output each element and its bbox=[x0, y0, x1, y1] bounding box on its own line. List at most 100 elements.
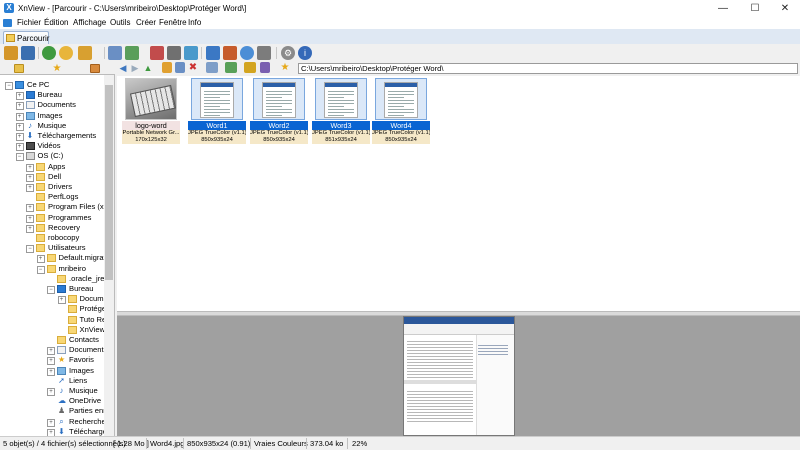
tree-item-bureau[interactable]: − Bureau bbox=[0, 284, 104, 294]
settings-icon[interactable]: ⚙ bbox=[281, 46, 295, 60]
tree-item-ce-pc[interactable]: − Ce PC bbox=[0, 80, 104, 90]
menu-fichier[interactable]: Fichier bbox=[17, 18, 41, 27]
tree-item-documents[interactable]: + Documents bbox=[0, 345, 104, 356]
expand-icon[interactable]: + bbox=[47, 428, 55, 436]
tree-item-default-migrat[interactable]: + Default.migrat bbox=[0, 253, 104, 264]
tree-item-vid-os[interactable]: + Vidéos bbox=[0, 141, 104, 152]
thumbnail-item[interactable]: logo-word Portable Network Gr... 170x125x3… bbox=[122, 78, 180, 145]
tree-item-tuto-re[interactable]: Tuto Re bbox=[0, 315, 104, 325]
expand-icon[interactable]: + bbox=[15, 122, 24, 131]
tree-item-recherches[interactable]: +⌕Recherches bbox=[0, 417, 104, 427]
capture-icon[interactable] bbox=[184, 46, 198, 60]
tree-item-robocopy[interactable]: robocopy bbox=[0, 233, 104, 243]
menu-affichage[interactable]: Affichage bbox=[73, 18, 106, 27]
expand-icon[interactable]: + bbox=[26, 163, 34, 172]
convert-icon[interactable] bbox=[125, 46, 139, 60]
tree-item-images[interactable]: + Images bbox=[0, 366, 104, 376]
tree-item-t-l-chargements[interactable]: + ⬇ Téléchargements bbox=[0, 131, 104, 141]
expand-icon[interactable]: + bbox=[26, 204, 34, 213]
thumbnail-item[interactable]: Word2 JPEG TrueColor (v1.1) 850x935x24 bbox=[250, 78, 308, 145]
back-icon[interactable]: ◀ bbox=[118, 62, 128, 74]
delete-icon[interactable]: ✖ bbox=[188, 62, 198, 73]
tree-item-favoris[interactable]: + ★ Favoris bbox=[0, 355, 104, 366]
thumbnail-item[interactable]: Word4 JPEG TrueColor (v1.1) 850x935x24 bbox=[372, 78, 430, 145]
tree-item-images[interactable]: + Images bbox=[0, 111, 104, 121]
address-field[interactable]: C:\Users\mribeiro\Desktop\Protéger Word\ bbox=[298, 63, 798, 74]
favorite-star-icon[interactable]: ★ bbox=[279, 62, 291, 73]
tree-item-musique[interactable]: + ♪ Musique bbox=[0, 386, 104, 396]
tree-item-musique[interactable]: + ♪ Musique bbox=[0, 121, 104, 131]
expand-icon[interactable]: + bbox=[26, 173, 34, 182]
move-icon[interactable] bbox=[78, 46, 92, 60]
expand-icon[interactable]: + bbox=[26, 224, 34, 233]
expand-icon[interactable]: + bbox=[47, 347, 55, 356]
tree-item-t-l-chargem[interactable]: +⬇Téléchargem bbox=[0, 427, 104, 436]
scanner-icon[interactable] bbox=[257, 46, 271, 60]
collapse-icon[interactable]: − bbox=[5, 82, 13, 90]
new-folder-icon[interactable] bbox=[162, 62, 172, 73]
app-menu-icon[interactable] bbox=[3, 19, 12, 27]
folder-tree[interactable]: − Ce PC + Bureau + Documents + Images + ♪ Musique +… bbox=[0, 75, 104, 436]
expand-icon[interactable]: + bbox=[26, 184, 34, 192]
tree-item-perflogs[interactable]: PerfLogs bbox=[0, 192, 104, 202]
tree-item-contacts[interactable]: Contacts bbox=[0, 335, 104, 345]
maximize-button[interactable]: ☐ bbox=[740, 0, 770, 17]
tree-item-program-files-x86[interactable]: + Program Files (x86 bbox=[0, 202, 104, 213]
tree-item-dell[interactable]: + Dell bbox=[0, 172, 104, 182]
collapse-icon[interactable]: − bbox=[47, 286, 55, 294]
tree-item-documents[interactable]: + Documents bbox=[0, 100, 104, 111]
slideshow-icon[interactable] bbox=[150, 46, 164, 60]
tree-item-onedrive[interactable]: ☁ OneDrive bbox=[0, 396, 104, 406]
copy-icon[interactable] bbox=[108, 46, 122, 60]
collapse-icon[interactable]: − bbox=[15, 153, 24, 162]
print-icon[interactable] bbox=[167, 46, 181, 60]
tree-scrollbar-thumb[interactable] bbox=[105, 85, 113, 280]
tree-item-docum[interactable]: + Docum bbox=[0, 294, 104, 305]
expand-icon[interactable]: + bbox=[47, 367, 55, 376]
tree-item-xnview[interactable]: XnView bbox=[0, 325, 104, 335]
menu-outils[interactable]: Outils bbox=[110, 18, 130, 27]
up-icon[interactable]: ▲ bbox=[143, 62, 153, 74]
tab-parcourir[interactable]: Parcourir bbox=[3, 31, 49, 45]
tab-favorites[interactable]: ★ bbox=[38, 63, 76, 74]
tree-item-bureau[interactable]: + Bureau bbox=[0, 90, 104, 101]
globe-icon[interactable] bbox=[240, 46, 254, 60]
expand-icon[interactable]: + bbox=[15, 133, 24, 141]
expand-icon[interactable]: + bbox=[36, 255, 45, 264]
expand-icon[interactable]: + bbox=[26, 214, 34, 223]
expand-icon[interactable]: + bbox=[57, 296, 66, 305]
refresh-icon[interactable] bbox=[42, 46, 56, 60]
thumbnail-item[interactable]: Word3 JPEG TrueColor (v1.1) 851x935x24 bbox=[312, 78, 370, 145]
tree-item-mribeiro[interactable]: − mribeiro bbox=[0, 264, 104, 274]
filter-icon[interactable] bbox=[244, 62, 256, 73]
tree-item-apps[interactable]: + Apps bbox=[0, 162, 104, 172]
tree-item-utilisateurs[interactable]: − Utilisateurs bbox=[0, 243, 104, 254]
fullscreen-icon[interactable] bbox=[21, 46, 35, 60]
tree-item-recovery[interactable]: + Recovery bbox=[0, 223, 104, 233]
thumbnail-item[interactable]: Word1 JPEG TrueColor (v1.1) 850x935x24 bbox=[188, 78, 246, 145]
collapse-icon[interactable]: − bbox=[36, 265, 45, 274]
forward-icon[interactable]: ▶ bbox=[130, 62, 140, 74]
tree-item-liens[interactable]: ➚ Liens bbox=[0, 376, 104, 386]
expand-icon[interactable]: + bbox=[15, 92, 24, 101]
tree-item-drivers[interactable]: + Drivers bbox=[0, 182, 104, 192]
sort-icon[interactable] bbox=[225, 62, 237, 73]
expand-icon[interactable]: + bbox=[15, 143, 24, 152]
menu-info[interactable]: Info bbox=[188, 18, 201, 27]
info-icon[interactable]: i bbox=[298, 46, 312, 60]
menu-edition[interactable]: Édition bbox=[44, 18, 68, 27]
tree-item-prot-ge[interactable]: Protége bbox=[0, 304, 104, 314]
refresh-all-icon[interactable] bbox=[59, 46, 73, 60]
minimize-button[interactable]: — bbox=[708, 0, 738, 17]
tree-item-programmes[interactable]: + Programmes bbox=[0, 213, 104, 223]
menu-fenetre[interactable]: Fenêtre bbox=[159, 18, 187, 27]
expand-icon[interactable]: + bbox=[15, 102, 24, 111]
tree-item-os-c[interactable]: − OS (C:) bbox=[0, 151, 104, 162]
tree-item-oracle-jre[interactable]: .oracle_jre_ bbox=[0, 274, 104, 284]
web-page-icon[interactable] bbox=[223, 46, 237, 60]
tree-item-parties-enre[interactable]: ♟Parties enre bbox=[0, 406, 104, 416]
expand-icon[interactable]: + bbox=[47, 388, 55, 396]
xnview-app-icon[interactable]: X bbox=[4, 3, 14, 13]
copy-to-icon[interactable] bbox=[175, 62, 185, 73]
view-mode-icon[interactable] bbox=[206, 62, 218, 73]
